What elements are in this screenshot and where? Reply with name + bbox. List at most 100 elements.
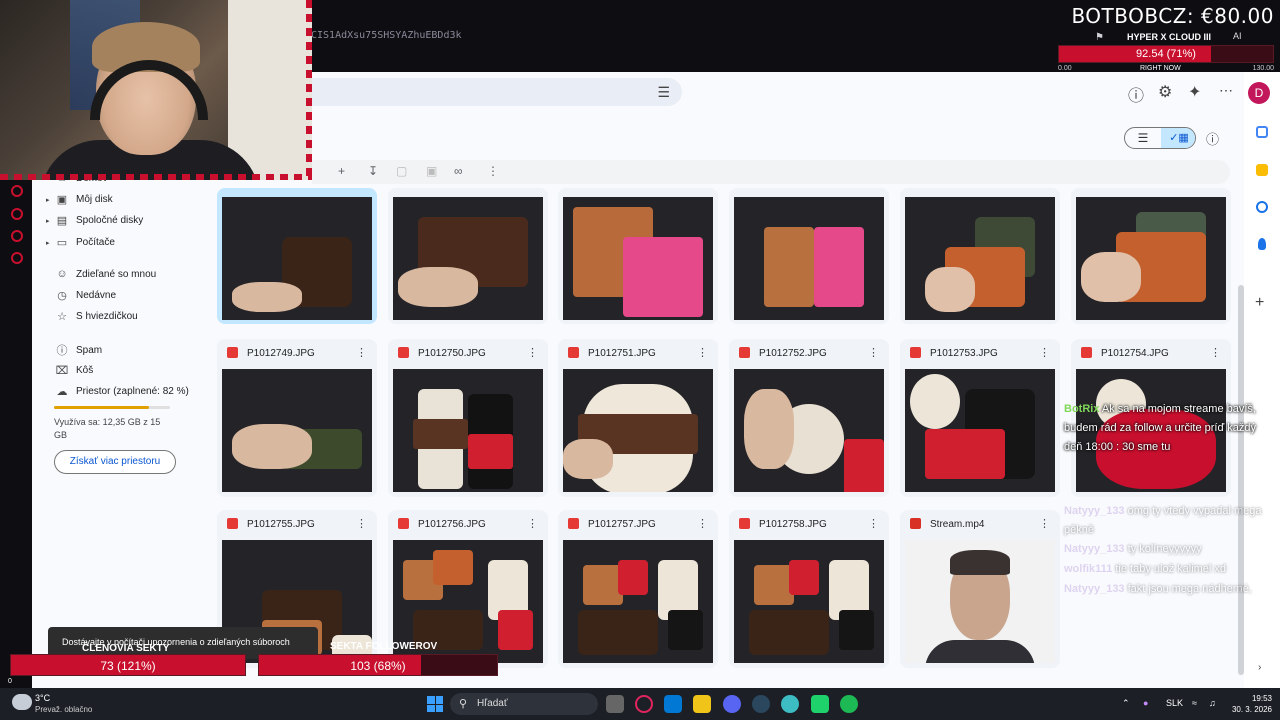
more-options-icon[interactable]: ⋮ (697, 517, 708, 530)
sidebar-item-drive[interactable]: ▸ ▣ Môj disk (46, 193, 113, 206)
ai-label[interactable]: AI (1233, 31, 1242, 41)
clock[interactable]: 19:53 30. 3. 2026 (1228, 693, 1272, 715)
discord-icon[interactable] (723, 695, 741, 713)
more-options-icon[interactable]: ⋮ (527, 517, 538, 530)
volume-icon[interactable]: ♫ (1209, 698, 1216, 708)
spotify-icon[interactable] (840, 695, 858, 713)
file-card[interactable]: P1012753.JPG ⋮ (900, 339, 1060, 497)
calendar-icon[interactable] (1256, 126, 1268, 138)
file-thumbnail[interactable] (905, 540, 1055, 663)
sidebar-item-computer[interactable]: ▸ ▭ Počítače (46, 236, 115, 249)
file-thumbnail[interactable] (222, 197, 372, 320)
sidebar-item-shared-drives[interactable]: ▸ ▤ Spoločné disky (46, 214, 143, 227)
share-icon[interactable]: + (338, 164, 345, 178)
avatar[interactable]: D (1248, 82, 1270, 104)
file-card[interactable] (1071, 188, 1231, 324)
opera-icon[interactable] (635, 695, 653, 713)
settings-icon[interactable]: ⚙ (1158, 82, 1172, 102)
steam-icon[interactable] (752, 695, 770, 713)
file-thumbnail[interactable] (563, 540, 713, 663)
more-options-icon[interactable]: ⋮ (868, 346, 879, 359)
file-card[interactable] (729, 188, 889, 324)
sidebar-item-label: Zdieľané so mnou (76, 268, 157, 280)
task-view-icon[interactable] (606, 695, 624, 713)
trash-action-icon[interactable]: ▣ (426, 164, 437, 178)
tray-chevron-icon[interactable]: ⌃ (1122, 698, 1130, 709)
link-icon[interactable]: ∞ (454, 164, 463, 178)
help-icon[interactable]: ⓘ (1128, 82, 1144, 106)
file-card[interactable]: P1012749.JPG ⋮ (217, 339, 377, 497)
microphone-icon[interactable]: ● (1143, 698, 1148, 708)
file-thumbnail[interactable] (905, 197, 1055, 320)
more-options-icon[interactable]: ⋮ (1039, 346, 1050, 359)
bookmark-icon[interactable]: ⚑ (1095, 32, 1104, 43)
file-thumbnail[interactable] (222, 369, 372, 492)
file-thumbnail[interactable] (1076, 197, 1226, 320)
sidebar-item-label: Počítače (76, 237, 115, 248)
more-options-icon[interactable]: ⋮ (868, 517, 879, 530)
file-thumbnail[interactable] (393, 369, 543, 492)
file-card[interactable]: P1012750.JPG ⋮ (388, 339, 548, 497)
file-card[interactable] (217, 188, 377, 324)
keep-icon[interactable] (1256, 164, 1268, 176)
details-icon[interactable]: ⓘ (1206, 129, 1219, 148)
contacts-icon[interactable] (1258, 238, 1266, 250)
start-button[interactable] (427, 696, 443, 712)
search-options-icon[interactable]: ☰ (657, 84, 670, 101)
more-options-icon[interactable]: ⋮ (697, 346, 708, 359)
more-options-icon[interactable]: ⋮ (356, 346, 367, 359)
add-addon-icon[interactable]: + (1255, 294, 1264, 312)
search-bar[interactable]: ☰ (312, 78, 682, 106)
weather-icon[interactable] (12, 694, 32, 710)
file-thumbnail[interactable] (734, 197, 884, 320)
file-thumbnail[interactable] (563, 197, 713, 320)
view-toggle[interactable]: ☰ ✓▦ (1124, 127, 1196, 149)
language-indicator[interactable]: SLK (1166, 698, 1183, 708)
file-thumbnail[interactable] (393, 197, 543, 320)
file-thumbnail[interactable] (734, 540, 884, 663)
goal-zero-label: 0 (8, 678, 12, 685)
file-card[interactable]: P1012757.JPG ⋮ (558, 510, 718, 668)
file-explorer-icon[interactable] (693, 695, 711, 713)
sidebar-item-spam[interactable]: ⓘ Spam (54, 342, 103, 358)
list-view-icon[interactable]: ☰ (1125, 128, 1161, 148)
download-icon[interactable]: ↧ (368, 164, 378, 178)
sidebar-item-label: Priestor (zaplnené: 82 %) (76, 386, 189, 397)
file-card[interactable] (388, 188, 548, 324)
tasks-icon[interactable] (1256, 201, 1268, 213)
edge-icon[interactable] (781, 695, 799, 713)
file-card[interactable]: P1012752.JPG ⋮ (729, 339, 889, 497)
more-options-icon[interactable]: ⋮ (1039, 517, 1050, 530)
collapse-panel-icon[interactable]: › (1258, 662, 1261, 673)
grid-view-icon[interactable]: ✓▦ (1161, 128, 1195, 148)
apps-icon[interactable]: ⋯ (1219, 82, 1233, 99)
vertical-scrollbar[interactable] (1238, 285, 1244, 675)
file-thumbnail[interactable] (563, 369, 713, 492)
more-options-icon[interactable]: ⋮ (527, 346, 538, 359)
file-thumbnail[interactable] (905, 369, 1055, 492)
expand-arrow-icon[interactable]: ▸ (46, 196, 50, 204)
file-card[interactable] (900, 188, 1060, 324)
app-icon[interactable] (811, 695, 829, 713)
more-actions-icon[interactable]: ⋮ (487, 164, 499, 178)
sidebar-item-people[interactable]: ☺ Zdieľané so mnou (54, 268, 156, 280)
sidebar-item-cloud[interactable]: ☁ Priestor (zaplnené: 82 %) (54, 385, 189, 398)
sidebar-item-clock[interactable]: ◷ Nedávne (54, 289, 116, 302)
move-icon[interactable]: ▢ (396, 164, 407, 178)
expand-arrow-icon[interactable]: ▸ (46, 217, 50, 225)
file-card[interactable] (558, 188, 718, 324)
file-card[interactable]: P1012751.JPG ⋮ (558, 339, 718, 497)
wifi-icon[interactable]: ≈ (1192, 698, 1197, 708)
more-options-icon[interactable]: ⋮ (356, 517, 367, 530)
taskbar-search[interactable]: ⚲ Hľadať (450, 693, 598, 715)
get-more-storage-button[interactable]: Získať viac priestoru (54, 450, 176, 474)
sidebar-item-trash[interactable]: ⌧ Kôš (54, 364, 94, 377)
gemini-icon[interactable]: ✦ (1188, 82, 1201, 102)
file-thumbnail[interactable] (734, 369, 884, 492)
more-options-icon[interactable]: ⋮ (1210, 346, 1221, 359)
sidebar-item-star[interactable]: ☆ S hviezdičkou (54, 310, 138, 323)
file-card[interactable]: P1012758.JPG ⋮ (729, 510, 889, 668)
outlook-icon[interactable] (664, 695, 682, 713)
file-card[interactable]: Stream.mp4 ⋮ (900, 510, 1060, 668)
expand-arrow-icon[interactable]: ▸ (46, 239, 50, 247)
